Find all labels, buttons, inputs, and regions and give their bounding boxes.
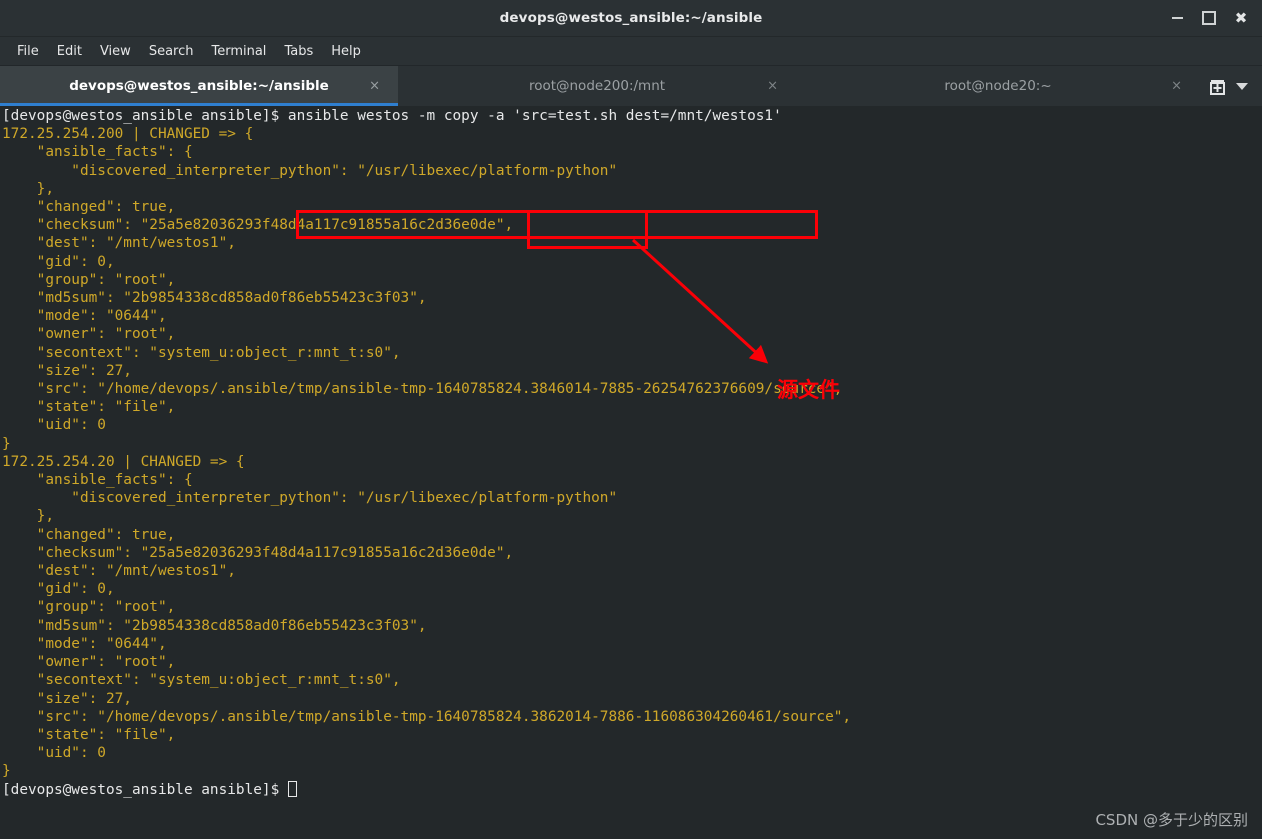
- menu-item-search[interactable]: Search: [140, 41, 203, 62]
- terminal-line: "uid": 0: [2, 417, 106, 434]
- terminal-line: "owner": "root",: [2, 654, 176, 671]
- terminal-window: devops@westos_ansible:~/ansible ✖ File E…: [0, 0, 1262, 839]
- terminal-line: "md5sum": "2b9854338cd858ad0f86eb55423c3…: [2, 617, 427, 634]
- watermark: CSDN @多于少的区别: [1095, 811, 1248, 829]
- close-icon: ✖: [1234, 8, 1248, 27]
- terminal-line: "group": "root",: [2, 271, 176, 288]
- terminal-line: "uid": 0: [2, 745, 106, 762]
- tab-bar-actions: [1200, 66, 1262, 106]
- window-title: devops@westos_ansible:~/ansible: [499, 10, 763, 26]
- terminal-line: 172.25.254.20 | CHANGED => {: [2, 453, 245, 470]
- terminal-line: "size": 27,: [2, 362, 132, 379]
- terminal-line: }: [2, 435, 11, 452]
- terminal-line: "dest": "/mnt/westos1",: [2, 235, 236, 252]
- menu-item-terminal[interactable]: Terminal: [202, 41, 275, 62]
- terminal-line: "checksum": "25a5e82036293f48d4a117c9185…: [2, 544, 514, 561]
- terminal-line: "src": "/home/devops/.ansible/tmp/ansibl…: [2, 381, 843, 398]
- minimize-icon: [1171, 17, 1183, 19]
- terminal-line: "src": "/home/devops/.ansible/tmp/ansibl…: [2, 708, 852, 725]
- terminal-line: "state": "file",: [2, 399, 176, 416]
- terminal-line: "secontext": "system_u:object_r:mnt_t:s0…: [2, 344, 401, 361]
- minimize-button[interactable]: [1162, 3, 1192, 33]
- maximize-icon: [1202, 11, 1216, 25]
- tab-root-node20[interactable]: root@node20:~ ×: [796, 66, 1200, 106]
- new-tab-icon[interactable]: [1208, 77, 1227, 96]
- terminal-line: }: [2, 763, 11, 780]
- terminal-body[interactable]: [devops@westos_ansible ansible]$ ansible…: [0, 106, 1262, 839]
- tab-label: root@node200:/mnt: [528, 78, 666, 94]
- tab-bar: devops@westos_ansible:~/ansible × root@n…: [0, 66, 1262, 106]
- terminal-line: "checksum": "25a5e82036293f48d4a117c9185…: [2, 217, 514, 234]
- terminal-line: "discovered_interpreter_python": "/usr/l…: [2, 490, 618, 507]
- terminal-line: "gid": 0,: [2, 581, 115, 598]
- terminal-cursor: [287, 780, 297, 797]
- terminal-line: "state": "file",: [2, 726, 176, 743]
- terminal-line: 172.25.254.200 | CHANGED => {: [2, 126, 254, 143]
- tab-close-icon[interactable]: ×: [767, 79, 778, 94]
- terminal-line: "mode": "0644",: [2, 635, 167, 652]
- terminal-line: "secontext": "system_u:object_r:mnt_t:s0…: [2, 672, 401, 689]
- terminal-line: "ansible_facts": {: [2, 144, 193, 161]
- tab-root-node200[interactable]: root@node200:/mnt ×: [398, 66, 796, 106]
- terminal-line: [devops@westos_ansible ansible]$ ansible…: [2, 108, 782, 124]
- terminal-line: "changed": true,: [2, 526, 176, 543]
- maximize-button[interactable]: [1194, 3, 1224, 33]
- tab-close-icon[interactable]: ×: [369, 79, 380, 94]
- terminal-line: },: [2, 180, 54, 197]
- terminal-line: "group": "root",: [2, 599, 176, 616]
- menu-item-file[interactable]: File: [8, 41, 48, 62]
- terminal-line: "discovered_interpreter_python": "/usr/l…: [2, 162, 618, 179]
- terminal-line: [devops@westos_ansible ansible]$: [2, 781, 288, 798]
- menu-bar: File Edit View Search Terminal Tabs Help: [0, 37, 1262, 66]
- terminal-line: "size": 27,: [2, 690, 132, 707]
- terminal-line: "changed": true,: [2, 199, 176, 216]
- title-bar: devops@westos_ansible:~/ansible ✖: [0, 0, 1262, 37]
- terminal-output: [devops@westos_ansible ansible]$ ansible…: [0, 106, 851, 799]
- menu-item-help[interactable]: Help: [322, 41, 370, 62]
- terminal-line: "ansible_facts": {: [2, 472, 193, 489]
- tab-label: root@node20:~: [944, 78, 1052, 94]
- tab-close-icon[interactable]: ×: [1171, 79, 1182, 94]
- terminal-line: "gid": 0,: [2, 253, 115, 270]
- menu-item-edit[interactable]: Edit: [48, 41, 91, 62]
- tab-devops-ansible[interactable]: devops@westos_ansible:~/ansible ×: [0, 66, 398, 106]
- terminal-line: "owner": "root",: [2, 326, 176, 343]
- terminal-line: },: [2, 508, 54, 525]
- terminal-line: "mode": "0644",: [2, 308, 167, 325]
- terminal-line: "md5sum": "2b9854338cd858ad0f86eb55423c3…: [2, 290, 427, 307]
- window-controls: ✖: [1162, 0, 1256, 36]
- chevron-down-icon[interactable]: [1236, 82, 1248, 90]
- terminal-line: "dest": "/mnt/westos1",: [2, 563, 236, 580]
- menu-item-view[interactable]: View: [91, 41, 140, 62]
- tab-label: devops@westos_ansible:~/ansible: [69, 78, 329, 94]
- close-button[interactable]: ✖: [1226, 3, 1256, 33]
- menu-item-tabs[interactable]: Tabs: [275, 41, 322, 62]
